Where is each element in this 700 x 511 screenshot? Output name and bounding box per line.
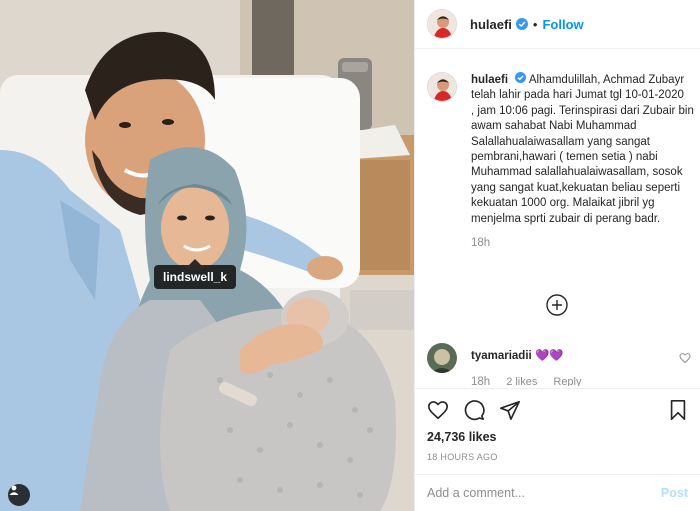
comment-body: tyamariadii 💜💜 <box>471 343 695 362</box>
caption-author-avatar[interactable] <box>427 72 457 102</box>
caption-body: hulaefi Alhamdulillah, Achmad Zubayr tel… <box>471 72 695 227</box>
separator-dot: • <box>532 16 538 32</box>
avatar-image <box>428 10 456 38</box>
post-header: hulaefi • Follow <box>415 0 700 49</box>
verified-badge-icon <box>515 72 527 83</box>
comment-likes-count[interactable]: 2 likes <box>506 376 537 386</box>
user-tag-label[interactable]: lindswell_k <box>154 259 237 289</box>
verified-badge-icon <box>515 18 528 30</box>
post-comment-button[interactable]: Post <box>661 486 688 500</box>
load-more-comments-button[interactable] <box>546 294 568 316</box>
avatar-image <box>428 73 456 101</box>
post-photo[interactable]: lindswell_k <box>0 0 414 511</box>
save-bookmark-icon[interactable] <box>668 399 688 421</box>
share-paper-plane-icon[interactable] <box>499 399 521 421</box>
plus-circle-icon <box>546 294 568 316</box>
comment-meta: 18h 2 likes Reply <box>471 376 695 386</box>
follow-button[interactable]: Follow <box>542 17 583 32</box>
comment-timestamp[interactable]: 18h <box>471 376 490 386</box>
person-icon <box>9 485 19 495</box>
commenter-avatar[interactable] <box>427 343 457 373</box>
post-caption: hulaefi Alhamdulillah, Achmad Zubayr tel… <box>427 72 695 249</box>
comment-text: 💜💜 <box>534 350 564 362</box>
author-username[interactable]: hulaefi <box>470 17 512 32</box>
avatar-image <box>427 343 457 373</box>
comment-bubble-icon[interactable] <box>463 399 485 421</box>
add-comment-bar: Post <box>415 474 700 511</box>
like-comment-heart-icon[interactable] <box>679 351 691 369</box>
action-icons-row <box>427 398 688 422</box>
like-heart-icon[interactable] <box>427 399 449 421</box>
caption-timestamp[interactable]: 18h <box>471 237 695 249</box>
caption-username[interactable]: hulaefi <box>471 74 508 86</box>
caption-text: Alhamdulillah, Achmad Zubayr telah lahir… <box>471 74 694 225</box>
author-avatar[interactable] <box>427 9 457 39</box>
photo-illustration <box>0 0 414 511</box>
comments-list[interactable]: hulaefi Alhamdulillah, Achmad Zubayr tel… <box>415 56 700 386</box>
commenter-username[interactable]: tyamariadii <box>471 350 532 362</box>
post-details-panel: hulaefi • Follow hulaefi Alhamdulillah, … <box>414 0 700 511</box>
post-timestamp[interactable]: 18 HOURS AGO <box>427 452 688 462</box>
comment-item: tyamariadii 💜💜 18h 2 likes Reply <box>427 343 695 386</box>
comment-input[interactable] <box>427 486 661 500</box>
likes-count[interactable]: 24,736 likes <box>427 430 688 444</box>
tagged-users-button[interactable] <box>8 484 30 506</box>
post-actions: 24,736 likes 18 HOURS AGO <box>415 388 700 468</box>
comment-reply-button[interactable]: Reply <box>553 376 581 386</box>
